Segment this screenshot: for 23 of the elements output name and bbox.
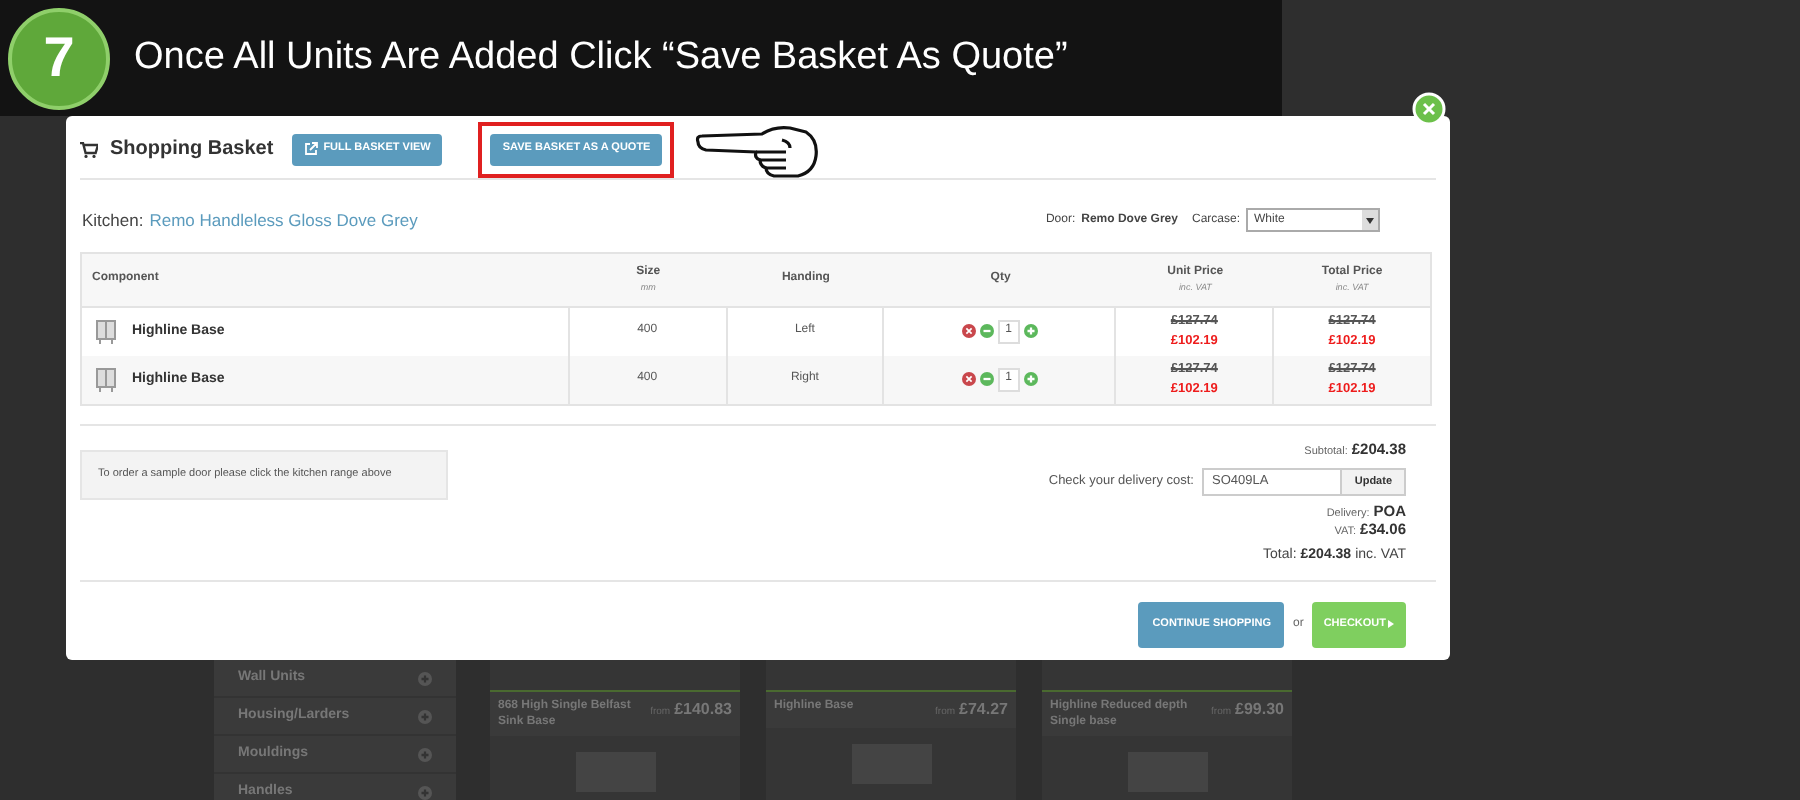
minus-icon[interactable] bbox=[979, 372, 994, 387]
minus-icon[interactable] bbox=[979, 324, 994, 339]
basket-title: Shopping Basket bbox=[110, 136, 274, 164]
plus-icon bbox=[418, 747, 432, 761]
close-icon[interactable] bbox=[1412, 92, 1446, 126]
product-price: £140.83 bbox=[674, 698, 732, 722]
remove-icon[interactable] bbox=[961, 324, 976, 339]
cabinet-icon bbox=[96, 367, 116, 392]
plus-icon bbox=[418, 671, 432, 685]
plus-icon bbox=[418, 709, 432, 723]
external-link-icon bbox=[303, 142, 318, 156]
kitchen-label: Kitchen: bbox=[82, 208, 144, 234]
step-title: Once All Units Are Added Click “Save Basket As Quote” bbox=[134, 33, 1068, 82]
plus-icon[interactable] bbox=[1023, 324, 1038, 339]
product-price: £99.30 bbox=[1235, 698, 1284, 722]
kitchen-link[interactable]: Remo Handleless Gloss Dove Grey bbox=[149, 208, 418, 234]
cabinet-icon bbox=[96, 319, 116, 344]
remove-icon[interactable] bbox=[961, 372, 976, 387]
caret-icon bbox=[1388, 620, 1394, 628]
step-number-badge: 7 bbox=[8, 7, 110, 109]
plus-icon[interactable] bbox=[1023, 372, 1038, 387]
cart-icon bbox=[80, 141, 98, 157]
product-price: £74.27 bbox=[959, 698, 1008, 722]
